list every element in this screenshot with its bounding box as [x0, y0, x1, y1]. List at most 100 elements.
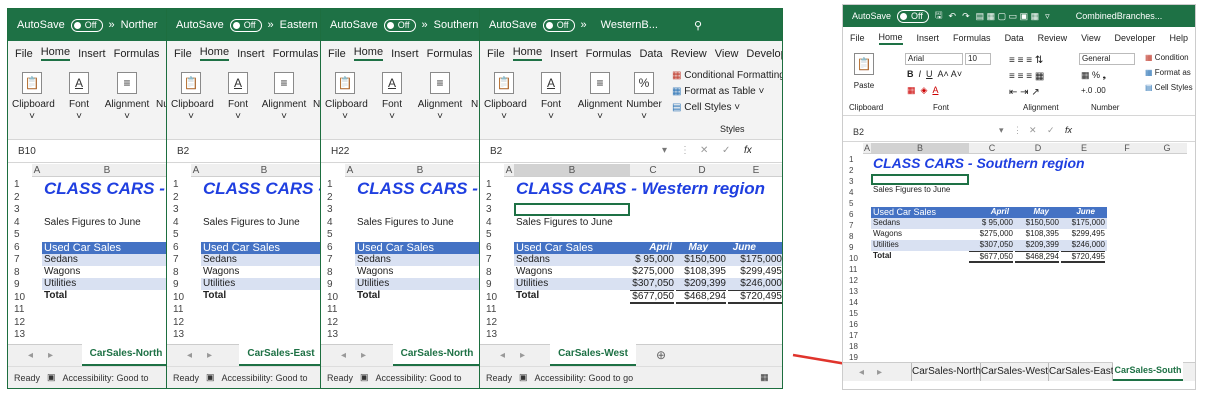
row-header[interactable]: 12	[8, 317, 32, 328]
conditional-formatting-button[interactable]: ▦ Condition	[1145, 53, 1189, 62]
tab-formulas[interactable]: Formulas	[953, 33, 991, 43]
row-header[interactable]: 4	[480, 217, 504, 228]
add-sheet-icon[interactable]: ⊕	[656, 348, 666, 362]
total-cell[interactable]: $468,294	[1015, 251, 1059, 263]
row-header[interactable]: 10	[480, 292, 504, 303]
row-header[interactable]: 19	[843, 353, 867, 362]
undo-icon[interactable]: ↶	[949, 11, 957, 22]
column-header[interactable]: D	[1015, 143, 1061, 154]
cell-styles-button[interactable]: ▤ Cell Styles	[1145, 83, 1193, 92]
name-box[interactable]: B2	[172, 143, 189, 160]
autosave-toggle[interactable]: Off	[229, 18, 262, 32]
row-header[interactable]: 14	[843, 298, 867, 307]
value-cell[interactable]: $307,050	[630, 278, 674, 289]
column-header[interactable]: A	[863, 143, 871, 154]
sheet-tab-active[interactable]: CarSales-North	[393, 344, 481, 366]
row-header[interactable]: 8	[8, 267, 32, 278]
row-header[interactable]: 5	[167, 229, 191, 240]
tab-insert[interactable]: Insert	[917, 33, 940, 43]
sheet-tab-active[interactable]: CarSales-North	[82, 344, 168, 366]
row-header[interactable]: 1	[8, 179, 32, 190]
chevron-icon[interactable]: »	[109, 19, 115, 31]
macro-icon[interactable]: ▣	[206, 372, 215, 383]
format-as-table-button[interactable]: ▦ Format as Table ˅	[672, 86, 764, 97]
row-header[interactable]: 7	[8, 254, 32, 265]
tab-formulas[interactable]: Formulas	[427, 48, 473, 60]
row-header[interactable]: 5	[321, 229, 345, 240]
value-cell[interactable]: $275,000	[630, 266, 674, 277]
tab-review[interactable]: Review	[1038, 33, 1068, 43]
value-cell[interactable]: $175,000	[728, 254, 782, 265]
value-cell[interactable]: $209,399	[1015, 240, 1059, 249]
tab-home[interactable]: Home	[878, 32, 903, 45]
save-icon[interactable]: 🖫	[935, 8, 943, 24]
row-header[interactable]: 3	[167, 204, 191, 215]
value-cell[interactable]: $299,495	[728, 266, 782, 277]
column-header[interactable]: F	[1107, 143, 1147, 154]
row-header[interactable]: 6	[167, 242, 191, 253]
macro-icon[interactable]: ▣	[47, 372, 56, 383]
conditional-formatting-button[interactable]: ▦ Conditional Formatting ˅	[672, 70, 782, 81]
more-icon[interactable]: ⋮	[680, 145, 690, 156]
name-box[interactable]: B2	[485, 143, 502, 160]
tab-file[interactable]: File	[174, 48, 192, 60]
total-cell[interactable]: $677,050	[630, 290, 674, 304]
value-cell[interactable]: $ 95,000	[630, 254, 674, 265]
tab-home[interactable]: Home	[40, 46, 71, 61]
tab-insert[interactable]: Insert	[237, 48, 265, 60]
row-header[interactable]: 12	[480, 317, 504, 328]
row-header[interactable]: 7	[321, 254, 345, 265]
row-header[interactable]: 4	[8, 217, 32, 228]
value-cell[interactable]: $108,395	[1015, 229, 1059, 238]
total-cell[interactable]: $468,294	[676, 290, 726, 304]
redo-icon[interactable]: ↷	[962, 11, 970, 22]
clipboard-group[interactable]: 📋 Clipboard ˅	[484, 72, 527, 123]
name-box-dropdown-icon[interactable]: ▾	[999, 125, 1004, 136]
row-header[interactable]: 2	[480, 192, 504, 203]
row-header[interactable]: 13	[480, 329, 504, 340]
total-cell[interactable]: $720,495	[728, 290, 782, 304]
row-header[interactable]: 6	[843, 210, 867, 219]
sheet-tab-active[interactable]: CarSales-West	[550, 344, 636, 366]
column-header[interactable]: B	[514, 164, 630, 177]
total-cell[interactable]: $720,495	[1061, 251, 1105, 263]
column-header[interactable]: G	[1147, 143, 1187, 154]
column-header[interactable]: B	[871, 143, 969, 154]
column-header[interactable]: A	[32, 164, 42, 177]
row-header[interactable]: 2	[843, 166, 867, 175]
row-header[interactable]: 9	[321, 279, 345, 290]
tab-file[interactable]: File	[850, 33, 865, 43]
column-header[interactable]: E	[1061, 143, 1107, 154]
tab-review[interactable]: Review	[671, 48, 707, 60]
value-cell[interactable]: $150,500	[1015, 218, 1059, 227]
tab-file[interactable]: File	[15, 48, 33, 60]
sheet-tab[interactable]: CarSales-East	[1049, 363, 1113, 381]
macro-icon[interactable]: ▣	[519, 372, 528, 383]
row-header[interactable]: 11	[480, 304, 504, 315]
chevron-icon[interactable]: »	[422, 19, 428, 31]
row-header[interactable]: 11	[167, 304, 191, 315]
font-group[interactable]: A Font ˅	[377, 72, 407, 123]
tab-developer[interactable]: Developer	[746, 48, 782, 60]
row-header[interactable]: 10	[321, 292, 345, 303]
row-header[interactable]: 3	[321, 204, 345, 215]
row-header[interactable]: 2	[321, 192, 345, 203]
tab-view[interactable]: View	[715, 48, 739, 60]
row-header[interactable]: 6	[480, 242, 504, 253]
enter-icon[interactable]: ✓	[1047, 125, 1055, 136]
clipboard-group[interactable]: 📋 Clipboard ˅	[171, 72, 214, 123]
scroll-left-icon[interactable]: ◂	[500, 350, 505, 361]
accessibility-status[interactable]: Accessibility: Good to	[376, 373, 462, 383]
tab-data[interactable]: Data	[639, 48, 662, 60]
selected-cell[interactable]	[514, 203, 630, 216]
row-header[interactable]: 1	[843, 155, 867, 164]
name-box[interactable]: B2	[848, 124, 864, 140]
cancel-icon[interactable]: ✕	[700, 145, 708, 156]
number-buttons[interactable]: ▦ % ❟	[1081, 70, 1106, 81]
column-header[interactable]: D	[676, 164, 728, 177]
tab-data[interactable]: Data	[1005, 33, 1024, 43]
clipboard-group[interactable]: 📋 Clipboard ˅	[12, 72, 55, 123]
value-cell[interactable]: $175,000	[1061, 218, 1105, 227]
value-cell[interactable]: $108,395	[676, 266, 726, 277]
alignment-group[interactable]: ≡ Alignment ˅	[259, 72, 309, 123]
